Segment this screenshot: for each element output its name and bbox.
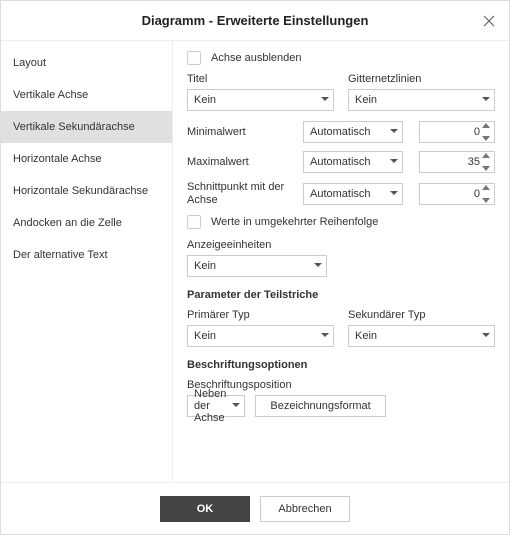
chevron-down-icon [390,188,398,200]
sidebar-item-horizontal-axis[interactable]: Horizontale Achse [1,143,172,175]
sidebar-item-vertical-axis[interactable]: Vertikale Achse [1,79,172,111]
label-options-heading: Beschriftungsoptionen [187,359,495,371]
title-label: Titel [187,73,334,85]
label-pos-value: Neben der Achse [194,388,226,424]
chevron-down-icon [482,162,492,174]
min-value-input[interactable]: 0 [419,121,495,143]
close-button[interactable] [481,13,497,29]
chevron-down-icon [482,132,492,144]
min-spinner[interactable] [482,122,492,142]
secondary-type-select[interactable]: Kein [348,325,495,347]
reverse-row: Werte in umgekehrter Reihenfolge [187,215,495,229]
chevron-down-icon [321,330,329,342]
secondary-type-field: Sekundärer Typ Kein [348,309,495,347]
title-select[interactable]: Kein [187,89,334,111]
secondary-type-value: Kein [355,330,377,342]
label-format-button[interactable]: Bezeichnungsformat [255,395,385,417]
chevron-up-icon [482,150,492,162]
min-row: Minimalwert Automatisch 0 [187,121,495,143]
units-label: Anzeigeeinheiten [187,239,327,251]
sidebar-item-vertical-secondary-axis[interactable]: Vertikale Sekundärachse [1,111,172,143]
content-pane: Achse ausblenden Titel Kein Gitternetzli… [173,41,509,482]
primary-type-label: Primärer Typ [187,309,334,321]
max-mode-select[interactable]: Automatisch [303,151,403,173]
sidebar-item-horizontal-secondary-axis[interactable]: Horizontale Sekundärachse [1,175,172,207]
max-label: Maximalwert [187,156,295,168]
ticks-heading: Parameter der Teilstriche [187,289,495,301]
sidebar-item-alt-text[interactable]: Der alternative Text [1,239,172,271]
gridlines-field: Gitternetzlinien Kein [348,73,495,111]
reverse-checkbox[interactable] [187,215,201,229]
units-select-value: Kein [194,260,216,272]
cross-mode-value: Automatisch [310,188,371,200]
close-icon [481,16,497,33]
chevron-down-icon [482,94,490,106]
chevron-down-icon [232,400,240,412]
max-row: Maximalwert Automatisch 35 [187,151,495,173]
cross-label: Schnittpunkt mit der Achse [187,181,295,207]
chevron-up-icon [482,182,492,194]
units-select[interactable]: Kein [187,255,327,277]
label-pos-field: Beschriftungsposition Neben der Achse Be… [187,379,357,417]
sidebar-item-layout[interactable]: Layout [1,47,172,79]
reverse-label: Werte in umgekehrter Reihenfolge [211,216,378,228]
hide-axis-checkbox[interactable] [187,51,201,65]
max-value-input[interactable]: 35 [419,151,495,173]
min-label: Minimalwert [187,126,295,138]
chevron-down-icon [390,126,398,138]
units-field: Anzeigeeinheiten Kein [187,239,327,277]
chevron-down-icon [482,194,492,206]
chevron-down-icon [314,260,322,272]
sidebar-item-snap-to-cell[interactable]: Andocken an die Zelle [1,207,172,239]
sidebar: Layout Vertikale Achse Vertikale Sekundä… [1,41,173,482]
gridlines-select[interactable]: Kein [348,89,495,111]
label-pos-select[interactable]: Neben der Achse [187,395,245,417]
max-mode-value: Automatisch [310,156,371,168]
gridlines-select-value: Kein [355,94,377,106]
secondary-type-label: Sekundärer Typ [348,309,495,321]
primary-type-field: Primärer Typ Kein [187,309,334,347]
max-spinner[interactable] [482,152,492,172]
titlebar: Diagramm - Erweiterte Einstellungen [1,1,509,41]
primary-type-value: Kein [194,330,216,342]
cross-spinner[interactable] [482,184,492,204]
chevron-down-icon [321,94,329,106]
cross-value-input[interactable]: 0 [419,183,495,205]
primary-type-select[interactable]: Kein [187,325,334,347]
cancel-button[interactable]: Abbrechen [260,496,350,522]
chevron-down-icon [482,330,490,342]
cross-row: Schnittpunkt mit der Achse Automatisch 0 [187,181,495,207]
title-field: Titel Kein [187,73,334,111]
cross-mode-select[interactable]: Automatisch [303,183,403,205]
dialog-buttons: OK Abbrechen [1,482,509,534]
min-mode-value: Automatisch [310,126,371,138]
min-mode-select[interactable]: Automatisch [303,121,403,143]
hide-axis-row: Achse ausblenden [187,51,495,65]
dialog: Diagramm - Erweiterte Einstellungen Layo… [0,0,510,535]
title-select-value: Kein [194,94,216,106]
chevron-up-icon [482,120,492,132]
gridlines-label: Gitternetzlinien [348,73,495,85]
dialog-title: Diagramm - Erweiterte Einstellungen [142,13,369,28]
dialog-body: Layout Vertikale Achse Vertikale Sekundä… [1,41,509,482]
chevron-down-icon [390,156,398,168]
ok-button[interactable]: OK [160,496,250,522]
hide-axis-label: Achse ausblenden [211,52,302,64]
